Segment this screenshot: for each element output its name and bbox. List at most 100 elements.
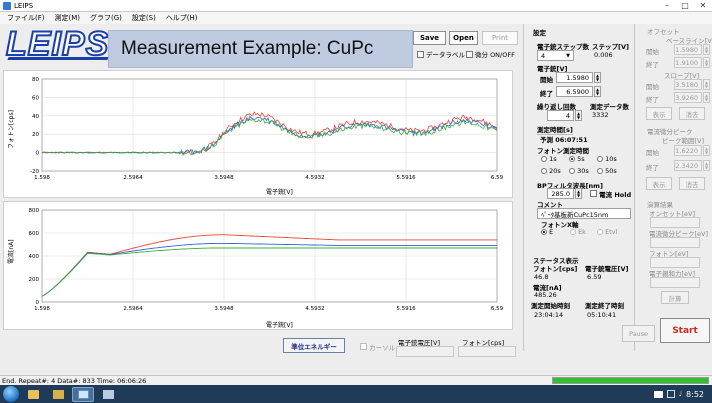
print-button[interactable]: Print [482, 31, 518, 45]
baseline-end-spinner[interactable]: ▲ ▼ [703, 57, 710, 68]
radio-5s[interactable] [569, 156, 575, 162]
taskbar-folder-icon[interactable] [47, 387, 69, 402]
egun-start-spinner[interactable]: ▲ ▼ [594, 72, 601, 83]
save-button[interactable]: Save [413, 31, 446, 45]
pause-button[interactable]: Pause [622, 325, 655, 342]
slope-start-input[interactable]: 3.5180 [674, 79, 702, 90]
egun-start-input[interactable]: 1.5980 [556, 72, 593, 83]
flag-icon[interactable] [653, 390, 663, 398]
baseline-end-input[interactable]: 1.9100 [674, 57, 702, 68]
y-tick-label: 200 [29, 277, 40, 283]
time-1s[interactable]: 1s [541, 155, 557, 163]
photon-readout [458, 346, 516, 357]
end-time-label: 測定終了時刻 [585, 302, 624, 310]
chevron-down-icon[interactable]: ▼ [566, 53, 570, 59]
current-hold-box[interactable] [590, 190, 597, 197]
baseline-start-input[interactable]: 1.5980 [674, 44, 702, 55]
menu-bar: ファイル(F) 測定(M) グラフ(G) 設定(S) ヘルプ(H) [0, 12, 712, 24]
leips-logo: LEIPS [0, 24, 120, 64]
slope-end-input[interactable]: 3.9260 [674, 92, 702, 103]
current-plot-svg: 80060040020001.598 2.5964 3.5948 4.5932 5.59… [7, 208, 504, 329]
volume-icon[interactable]: ♩ [679, 390, 682, 398]
current-hold-checkbox[interactable]: 電流 Hold [590, 189, 631, 199]
x-axis-ek-label: Ek [578, 228, 586, 236]
radio-ek[interactable] [570, 229, 576, 235]
vacuum-level-button[interactable]: 準位エネルギー [283, 338, 345, 353]
time-10s[interactable]: 10s [597, 155, 617, 163]
peak-start-input[interactable]: 1.6220 [674, 145, 702, 156]
time-1s-label: 1s [549, 155, 557, 163]
taskbar-app-icon[interactable] [97, 387, 119, 402]
baseline-start-spinner[interactable]: ▲ ▼ [703, 44, 710, 55]
radio-etvl[interactable] [597, 229, 603, 235]
x-axis-ek[interactable]: Ek [570, 228, 586, 236]
menu-help[interactable]: ヘルプ(H) [164, 13, 200, 23]
egun-end-input[interactable]: 6.5900 [556, 86, 593, 97]
menu-measure[interactable]: 測定(M) [53, 13, 83, 23]
plot-frame [41, 78, 498, 172]
forecast-time: 予測 06:07:51 [540, 136, 588, 144]
slope-end-spinner[interactable]: ▲ ▼ [703, 92, 710, 103]
bp-filter-spinner[interactable]: ▲ ▼ [575, 188, 582, 199]
windows-start-icon[interactable] [3, 386, 19, 402]
x-axis-etvl[interactable]: Etvl [597, 228, 617, 236]
repeat-input[interactable]: 4 [547, 110, 574, 121]
calc-button[interactable]: 計算 [661, 291, 689, 304]
peak-start-label: 開始 [646, 149, 659, 157]
menu-file[interactable]: ファイル(F) [5, 13, 47, 23]
egun-end-label: 終了 [540, 90, 553, 98]
bp-filter-input[interactable]: 285.0 [547, 188, 574, 199]
radio-50s[interactable] [597, 168, 603, 174]
x-axis-e[interactable]: E [541, 228, 553, 236]
cursor-checkbox[interactable]: カーソル [360, 342, 395, 352]
time-5s-label: 5s [577, 155, 585, 163]
offset-clear-button[interactable]: 消去 [679, 107, 705, 120]
x-tick-label: 4.5932 [305, 175, 324, 181]
derivative-checkbox[interactable]: 微分 ON/OFF [466, 49, 515, 59]
taskbar-leips-icon[interactable] [72, 386, 94, 402]
time-50s[interactable]: 50s [597, 167, 617, 175]
time-30s[interactable]: 30s [569, 167, 589, 175]
close-icon[interactable]: ✕ [694, 0, 712, 11]
radio-20s[interactable] [541, 168, 547, 174]
radio-10s[interactable] [597, 156, 603, 162]
slope-start-spinner[interactable]: ▲ ▼ [703, 79, 710, 90]
minimize-icon[interactable]: – [658, 0, 676, 11]
menu-settings[interactable]: 設定(S) [130, 13, 158, 23]
status-egun-value: 6.59 [587, 273, 602, 281]
radio-1s[interactable] [541, 156, 547, 162]
start-time-label: 測定開始時刻 [531, 302, 570, 310]
peak-show-button[interactable]: 表示 [646, 177, 672, 190]
egun-steps-select[interactable]: 4 ▼ [537, 50, 574, 61]
photon-ev-result [650, 257, 700, 268]
radio-e[interactable] [541, 229, 547, 235]
data-label-box[interactable] [417, 50, 424, 58]
peak-start-spinner[interactable]: ▲ ▼ [703, 145, 710, 156]
current-plot[interactable]: 800 600 400 200 0 1.598 2.5964 3.5948 4.5932 5.59… [3, 201, 513, 330]
derivative-box[interactable] [466, 50, 473, 58]
affinity-result [650, 277, 700, 288]
maximize-icon[interactable]: □ [676, 0, 694, 11]
clock[interactable]: 8:52 [686, 390, 704, 399]
progress-fill [553, 378, 708, 383]
cursor-box[interactable] [360, 343, 367, 350]
logo-swoosh [7, 57, 109, 60]
offset-show-button[interactable]: 表示 [646, 107, 672, 120]
peak-clear-button[interactable]: 消去 [679, 177, 705, 190]
network-icon[interactable] [666, 390, 675, 398]
photon-plot[interactable]: 80 60 40 20 0 -20 1.598 2.5964 3.5948 4.5932 5.591… [3, 70, 513, 198]
egun-end-spinner[interactable]: ▲ ▼ [594, 86, 601, 97]
radio-30s[interactable] [569, 168, 575, 174]
start-button[interactable]: Start [660, 318, 710, 343]
taskbar-explorer-icon[interactable] [22, 387, 44, 402]
y-tick-label: 80 [32, 77, 39, 83]
data-label-checkbox[interactable]: データラベル [417, 49, 465, 59]
open-button[interactable]: Open [449, 31, 478, 45]
time-5s[interactable]: 5s [569, 155, 585, 163]
peak-end-spinner[interactable]: ▲ ▼ [703, 160, 710, 171]
comment-input[interactable]: ﾍﾟｰﾀ基板新CuPc15nm [537, 208, 631, 219]
menu-graph[interactable]: グラフ(G) [88, 13, 124, 23]
peak-end-input[interactable]: 2.3420 [674, 160, 702, 171]
repeat-spinner[interactable]: ▲ ▼ [575, 110, 582, 121]
time-20s[interactable]: 20s [541, 167, 561, 175]
